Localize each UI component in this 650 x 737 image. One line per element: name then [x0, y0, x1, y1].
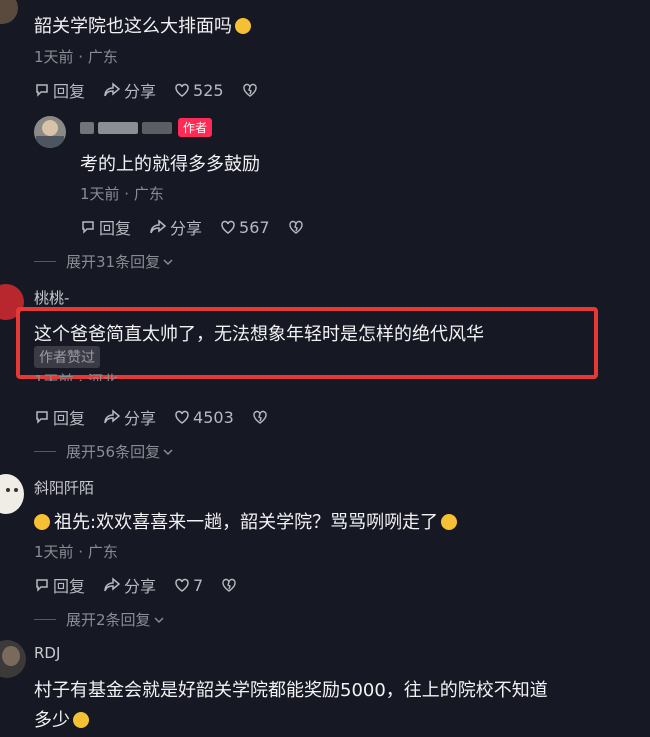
like-button[interactable]: 525 — [174, 81, 224, 100]
expand-replies-label: 展开56条回复 — [66, 443, 161, 461]
reply-icon — [36, 579, 48, 592]
comment-text: 韶关学院也这么大排面吗 — [34, 12, 251, 38]
like-count: 525 — [193, 80, 224, 100]
dislike-button[interactable] — [242, 82, 261, 98]
reply-label: 回复 — [99, 219, 132, 238]
dislike-button[interactable] — [252, 409, 271, 425]
heart-icon — [175, 578, 189, 592]
author-name[interactable]: 作者 — [80, 118, 213, 137]
share-label: 分享 — [124, 82, 157, 101]
reply-button[interactable]: 回复 — [34, 78, 85, 102]
laughing-emoji-icon — [235, 18, 251, 34]
comment-text: 这个爸爸简直太帅了，无法想象年轻时是怎样的绝代风华 — [34, 324, 484, 345]
share-icon — [104, 577, 121, 592]
share-icon — [150, 219, 167, 234]
reply-icon — [36, 411, 48, 424]
broken-heart-icon — [242, 83, 257, 97]
comment-meta: 1天前 · 广东 — [34, 543, 118, 561]
share-label: 分享 — [124, 577, 157, 596]
author-badge: 作者 — [178, 118, 213, 137]
share-icon — [104, 409, 121, 424]
comment-text: 祖先:欢欢喜喜来一趟，韶关学院？骂骂咧咧走了 — [34, 508, 458, 534]
share-button[interactable]: 分享 — [149, 215, 202, 239]
reply-label: 回复 — [53, 82, 86, 101]
like-count: 7 — [193, 575, 204, 595]
commenter-name[interactable]: 桃桃- — [34, 287, 69, 308]
heart-icon — [175, 410, 189, 424]
chevron-down-icon — [154, 616, 164, 623]
expand-replies-button[interactable]: 展开56条回复 — [34, 441, 174, 462]
commenter-name[interactable]: RDJ — [34, 644, 60, 662]
reply-icon — [82, 221, 94, 234]
like-button[interactable]: 4503 — [174, 408, 234, 427]
chevron-down-icon — [163, 258, 173, 265]
reply-label: 回复 — [53, 577, 86, 596]
dislike-button[interactable] — [288, 219, 307, 235]
expand-replies-button[interactable]: 展开31条回复 — [34, 251, 174, 272]
avatar[interactable] — [0, 640, 26, 678]
share-button[interactable]: 分享 — [103, 405, 156, 429]
avatar[interactable] — [34, 116, 66, 148]
expand-replies-label: 展开31条回复 — [66, 253, 161, 271]
avatar[interactable] — [0, 0, 18, 24]
like-count: 567 — [239, 217, 270, 237]
share-button[interactable]: 分享 — [103, 78, 156, 102]
laughing-emoji-icon — [441, 514, 458, 530]
heart-icon — [175, 83, 189, 97]
expand-replies-label: 展开2条回复 — [66, 611, 151, 629]
thinking-emoji-icon — [73, 712, 89, 728]
grimace-emoji-icon — [34, 514, 50, 530]
avatar[interactable] — [0, 474, 24, 514]
author-liked-badge: 作者赞过 — [34, 346, 100, 368]
reply-button[interactable]: 回复 — [34, 573, 85, 597]
comment-text-line-1: 村子有基金会就是好韶关学院都能奖励5000，往上的院校不知道 — [34, 680, 548, 701]
reply-button[interactable]: 回复 — [34, 405, 85, 429]
commenter-name[interactable]: 斜阳阡陌 — [34, 477, 94, 498]
comment-text: 考的上的就得多多鼓励 — [80, 154, 260, 175]
like-count: 4503 — [193, 407, 234, 427]
share-icon — [104, 82, 121, 97]
like-button[interactable]: 567 — [220, 218, 270, 237]
broken-heart-icon — [253, 410, 267, 424]
broken-heart-icon — [222, 578, 236, 592]
broken-heart-icon — [288, 220, 303, 234]
reply-label: 回复 — [53, 409, 86, 428]
like-button[interactable]: 7 — [174, 576, 203, 595]
comment-meta: 1天前 · 广东 — [34, 48, 118, 66]
share-button[interactable]: 分享 — [103, 573, 156, 597]
heart-icon — [221, 220, 235, 234]
share-label: 分享 — [124, 409, 157, 428]
comment-meta: 1天前 · 河北 — [34, 372, 118, 381]
share-label: 分享 — [170, 219, 203, 238]
comment-text-line-2: 多少 — [34, 706, 89, 732]
dislike-button[interactable] — [221, 577, 240, 593]
reply-icon — [36, 84, 48, 97]
expand-replies-button[interactable]: 展开2条回复 — [34, 609, 165, 630]
reply-button[interactable]: 回复 — [80, 215, 131, 239]
comment-meta: 1天前 · 广东 — [80, 185, 164, 203]
chevron-down-icon — [163, 448, 173, 455]
